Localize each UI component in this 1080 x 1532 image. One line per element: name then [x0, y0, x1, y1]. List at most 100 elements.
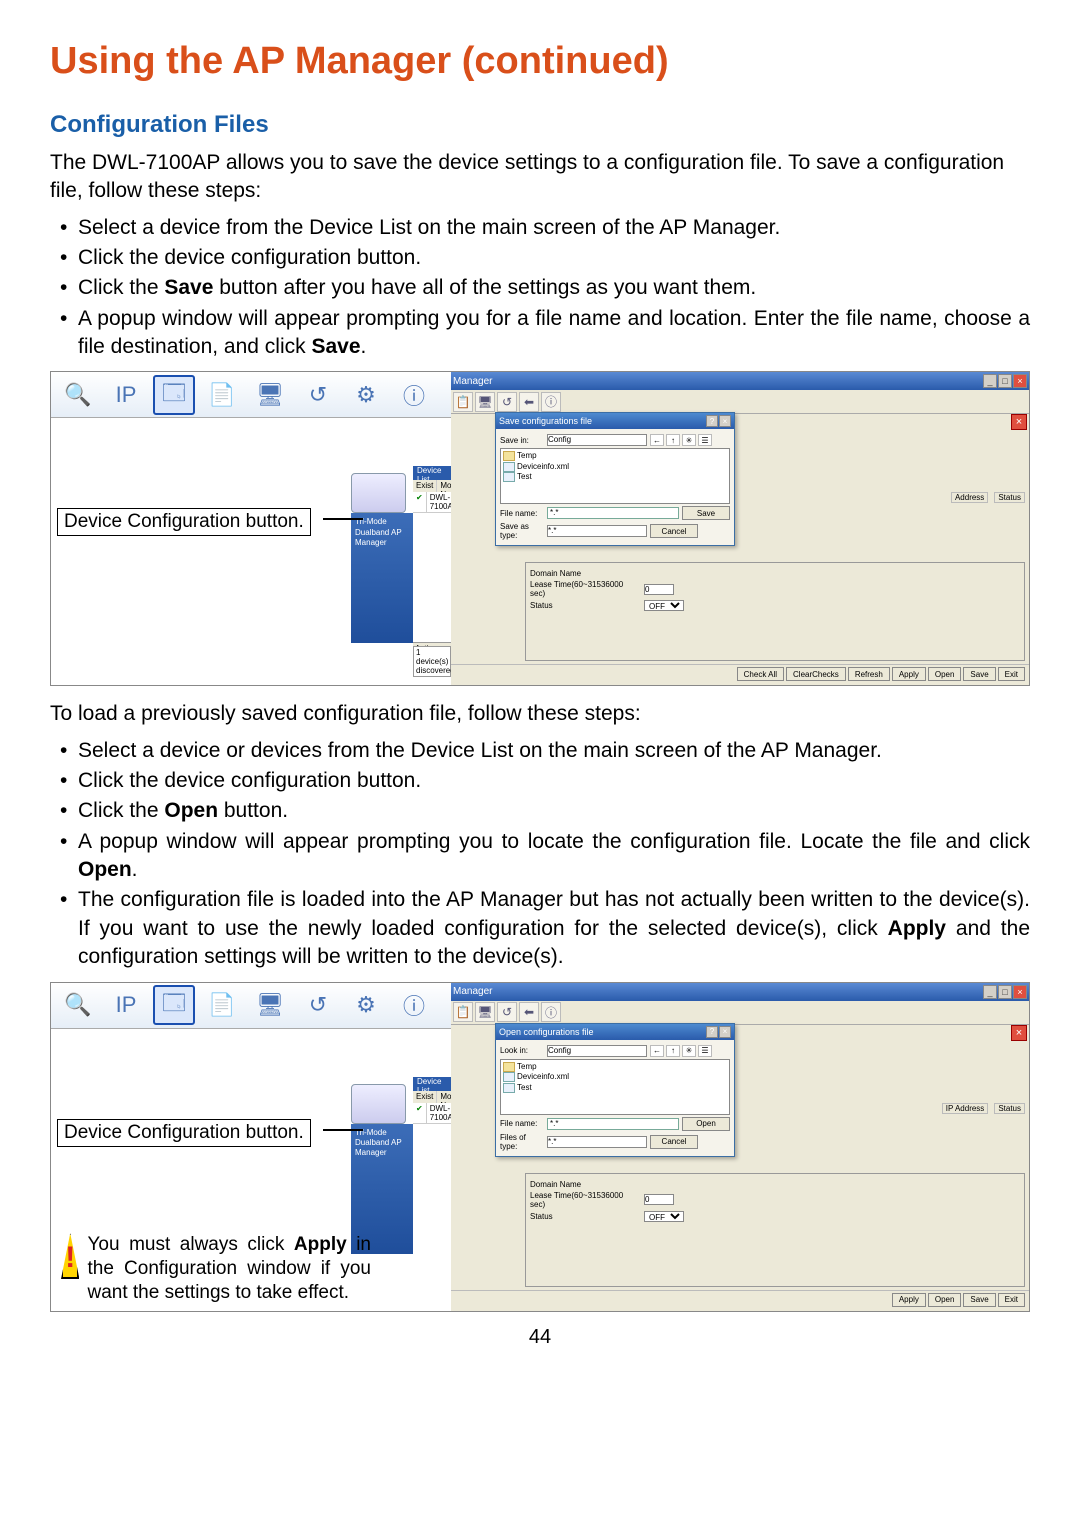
- file-name-input[interactable]: *.*: [547, 507, 679, 519]
- help-icon[interactable]: ?: [706, 415, 718, 427]
- domain-label: Domain Name: [530, 1180, 640, 1189]
- file-name-input[interactable]: *.*: [547, 1118, 679, 1130]
- back-icon[interactable]: ←: [650, 434, 664, 446]
- back-icon[interactable]: ←: [650, 1045, 664, 1057]
- refresh-button[interactable]: Refresh: [848, 667, 890, 681]
- new-folder-icon[interactable]: ✳: [682, 1045, 696, 1057]
- open-button[interactable]: Open: [928, 667, 962, 681]
- load-step: Click the device configuration button.: [78, 767, 1030, 795]
- info-icon[interactable]: ⓘ: [393, 985, 435, 1025]
- status-select[interactable]: OFF: [644, 600, 684, 611]
- open-button[interactable]: Open: [928, 1293, 962, 1307]
- info-icon[interactable]: ⓘ: [393, 375, 435, 415]
- close-icon[interactable]: ×: [1013, 985, 1027, 999]
- action-message: 1 device(s) discovered.: [413, 646, 451, 677]
- firmware-icon[interactable]: 📄: [201, 375, 243, 415]
- look-in-select[interactable]: Config: [547, 1045, 647, 1057]
- tool-icon[interactable]: ↺: [497, 392, 517, 412]
- intro-save: The DWL-7100AP allows you to save the de…: [50, 149, 1030, 206]
- help-icon[interactable]: ?: [706, 1026, 718, 1038]
- close-icon[interactable]: ×: [719, 1026, 731, 1038]
- up-icon[interactable]: ↑: [666, 434, 680, 446]
- file-item[interactable]: Deviceinfo.xml: [503, 1072, 727, 1083]
- manager-title: Manager: [453, 986, 492, 997]
- refresh-icon[interactable]: ↺: [297, 375, 339, 415]
- manager-titlebar: Manager _ □ ×: [451, 372, 1029, 390]
- folder-item[interactable]: Temp: [503, 451, 727, 462]
- checkall-button[interactable]: Check All: [737, 667, 784, 681]
- settings-icon[interactable]: ⚙: [345, 985, 387, 1025]
- clearchecks-button[interactable]: ClearChecks: [786, 667, 846, 681]
- refresh-icon[interactable]: ↺: [297, 985, 339, 1025]
- files-type-select[interactable]: *.*: [547, 1136, 647, 1148]
- tool-icon[interactable]: ⓘ: [541, 392, 561, 412]
- search-icon[interactable]: 🔍: [57, 375, 99, 415]
- save-button[interactable]: Save: [963, 1293, 995, 1307]
- brand-panel: Tri-Mode Dualband AP Manager: [351, 513, 413, 643]
- config-panel: Domain Name Lease Time(60~31536000 sec) …: [525, 562, 1025, 661]
- callout-arrow: [323, 518, 363, 520]
- firmware-icon[interactable]: 📄: [201, 985, 243, 1025]
- file-list[interactable]: Temp Deviceinfo.xml Test: [500, 1059, 730, 1115]
- close-icon[interactable]: ×: [719, 415, 731, 427]
- maximize-icon[interactable]: □: [998, 374, 1012, 388]
- tool-icon[interactable]: 🖥: [475, 392, 495, 412]
- maximize-icon[interactable]: □: [998, 985, 1012, 999]
- lease-input[interactable]: [644, 1194, 674, 1205]
- exit-button[interactable]: Exit: [998, 1293, 1025, 1307]
- save-step: A popup window will appear prompting you…: [78, 305, 1030, 362]
- save-in-select[interactable]: Config: [547, 434, 647, 446]
- up-icon[interactable]: ↑: [666, 1045, 680, 1057]
- file-item[interactable]: Test: [503, 472, 727, 483]
- save-type-label: Save as type:: [500, 522, 544, 540]
- folder-item[interactable]: Temp: [503, 1062, 727, 1073]
- device-list-header: Device List: [413, 1077, 451, 1091]
- device-config-button[interactable]: 🗔: [153, 985, 195, 1025]
- view-icon[interactable]: ☰: [698, 434, 712, 446]
- minimize-icon[interactable]: _: [983, 985, 997, 999]
- file-item[interactable]: Deviceinfo.xml: [503, 462, 727, 473]
- cancel-button[interactable]: Cancel: [650, 1135, 698, 1149]
- files-type-label: Files of type:: [500, 1133, 544, 1151]
- tool-icon[interactable]: 🖥: [475, 1002, 495, 1022]
- tool-icon[interactable]: ⓘ: [541, 1002, 561, 1022]
- web-icon[interactable]: 🖥: [249, 375, 291, 415]
- col-status: Status: [994, 492, 1025, 503]
- tool-icon[interactable]: ⬅: [519, 392, 539, 412]
- save-type-select[interactable]: *.*: [547, 525, 647, 537]
- apply-button[interactable]: Apply: [892, 667, 926, 681]
- ip-icon[interactable]: IP: [105, 375, 147, 415]
- screenshot-open: 🔍 IP 🗔 📄 🖥 ↺ ⚙ ⓘ Device Configuration bu…: [50, 982, 1030, 1312]
- ip-icon[interactable]: IP: [105, 985, 147, 1025]
- file-list[interactable]: Temp Deviceinfo.xml Test: [500, 448, 730, 504]
- minimize-icon[interactable]: _: [983, 374, 997, 388]
- section-title: Configuration Files: [50, 111, 1030, 139]
- settings-icon[interactable]: ⚙: [345, 375, 387, 415]
- device-list-row[interactable]: ✔ DWL-7100AP 0000D88CA057C: [413, 492, 451, 513]
- exit-button[interactable]: Exit: [998, 667, 1025, 681]
- lease-input[interactable]: [644, 584, 674, 595]
- device-config-button[interactable]: 🗔: [153, 375, 195, 415]
- panel-close-icon[interactable]: ×: [1011, 414, 1027, 430]
- tool-icon[interactable]: 📋: [453, 392, 473, 412]
- file-item[interactable]: Test: [503, 1083, 727, 1094]
- save-button[interactable]: Save: [682, 506, 730, 520]
- new-folder-icon[interactable]: ✳: [682, 434, 696, 446]
- save-button[interactable]: Save: [963, 667, 995, 681]
- tool-icon[interactable]: ↺: [497, 1002, 517, 1022]
- panel-close-icon[interactable]: ×: [1011, 1025, 1027, 1041]
- load-step: The configuration file is loaded into th…: [78, 886, 1030, 971]
- col-address: Address: [951, 492, 988, 503]
- close-icon[interactable]: ×: [1013, 374, 1027, 388]
- device-list-row[interactable]: ✔ DWL-7100AP 0000D88CA057: [413, 1103, 451, 1124]
- open-button[interactable]: Open: [682, 1117, 730, 1131]
- tool-icon[interactable]: ⬅: [519, 1002, 539, 1022]
- status-select[interactable]: OFF: [644, 1211, 684, 1222]
- apply-button[interactable]: Apply: [892, 1293, 926, 1307]
- view-icon[interactable]: ☰: [698, 1045, 712, 1057]
- cell-exist: ✔: [413, 492, 427, 512]
- cancel-button[interactable]: Cancel: [650, 524, 698, 538]
- search-icon[interactable]: 🔍: [57, 985, 99, 1025]
- web-icon[interactable]: 🖥: [249, 985, 291, 1025]
- tool-icon[interactable]: 📋: [453, 1002, 473, 1022]
